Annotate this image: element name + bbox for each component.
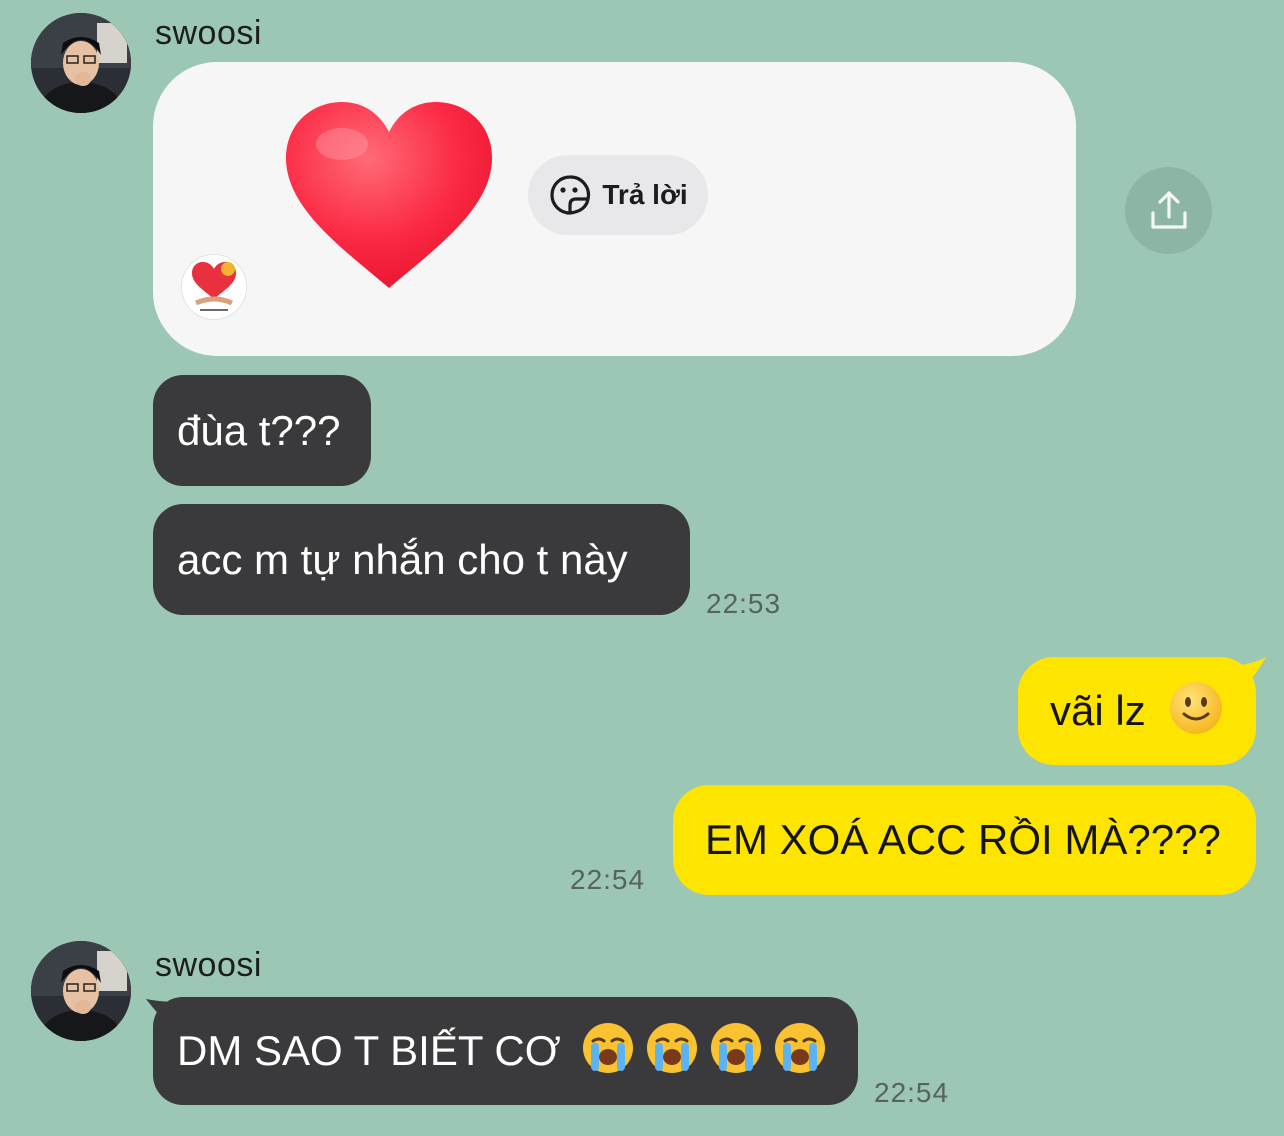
share-upload-icon: [1150, 190, 1187, 229]
message-text: EM XOÁ ACC RỒI MÀ????: [705, 816, 1221, 863]
incoming-message-bubble[interactable]: DM SAO T BIẾT CƠ: [153, 997, 858, 1105]
message-text: DM SAO T BIẾT CƠ: [177, 1027, 561, 1074]
sender-name: swoosi: [155, 14, 262, 52]
incoming-message-bubble[interactable]: acc m tự nhắn cho t này: [153, 504, 690, 615]
share-button[interactable]: [1125, 167, 1212, 254]
avatar-image: [31, 13, 131, 113]
slightly-smiling-face-emoji: [1168, 680, 1224, 743]
message-timestamp: 22:53: [706, 588, 782, 619]
loudly-crying-face-emoji: [581, 1021, 635, 1082]
message-text: acc m tự nhắn cho t này: [177, 535, 628, 583]
outgoing-message-bubble[interactable]: EM XOÁ ACC RỒI MÀ????: [673, 785, 1256, 895]
sticker-pack-badge[interactable]: [181, 254, 247, 320]
message-text: vãi lz: [1050, 687, 1146, 734]
reply-button[interactable]: Trả lời: [528, 155, 708, 235]
loudly-crying-face-emoji: [645, 1021, 699, 1082]
outgoing-message-bubble[interactable]: vãi lz: [1018, 657, 1256, 765]
heart-sticker: [282, 100, 496, 297]
incoming-message-bubble[interactable]: đùa t???: [153, 375, 371, 486]
message-timestamp: 22:54: [874, 1077, 950, 1108]
message-timestamp: 22:54: [570, 864, 646, 895]
message-text: đùa t???: [177, 406, 341, 454]
face-reply-icon: [548, 173, 592, 217]
sender-avatar[interactable]: [31, 941, 131, 1041]
loudly-crying-face-emoji: [709, 1021, 763, 1082]
avatar-image: [31, 941, 131, 1041]
sender-name: swoosi: [155, 946, 262, 984]
sender-avatar[interactable]: [31, 13, 131, 113]
reply-label: Trả lời: [602, 179, 688, 210]
emoji-group: [581, 1021, 827, 1082]
loudly-crying-face-emoji: [773, 1021, 827, 1082]
